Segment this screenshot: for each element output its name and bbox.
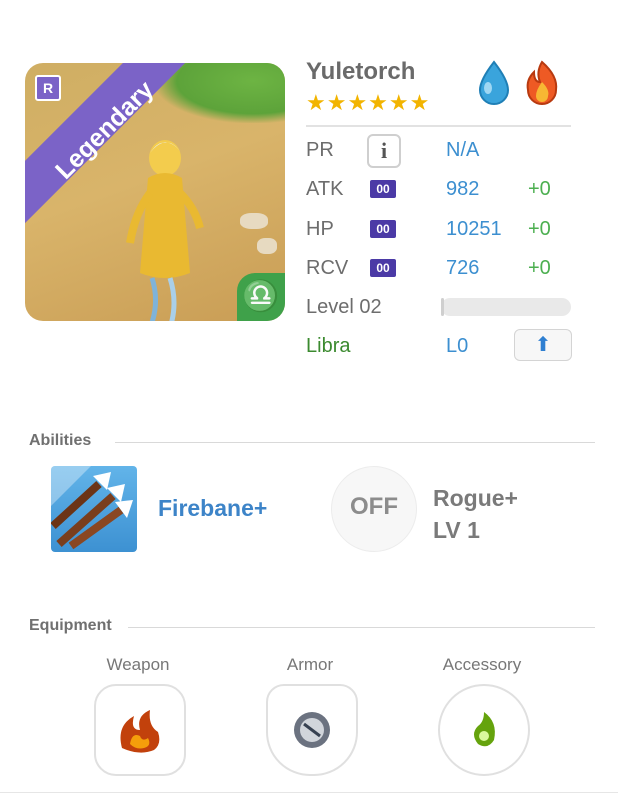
- hero-portrait[interactable]: Legendary R ♎: [25, 63, 285, 321]
- atk-badge: 00: [370, 180, 396, 198]
- rogue-ability-name[interactable]: Rogue+ LV 1: [433, 482, 518, 546]
- rcv-label: RCV: [306, 257, 349, 279]
- accessory-icon: [474, 712, 495, 747]
- weapon-icon: [120, 710, 160, 753]
- hp-bonus: +0: [528, 218, 551, 240]
- atk-label: ATK: [306, 178, 344, 200]
- rcv-badge: 00: [370, 259, 396, 277]
- star-rating: ★★★★★★: [306, 90, 431, 115]
- weapon-slot[interactable]: [94, 684, 186, 776]
- level-progress-fill: [441, 298, 444, 316]
- rcv-value: 726: [446, 257, 480, 279]
- upgrade-button[interactable]: ⬆: [514, 329, 572, 361]
- equipment-divider: [128, 627, 595, 628]
- firebane-ability-name[interactable]: Firebane+: [158, 495, 267, 522]
- hero-figure: [126, 140, 204, 321]
- bottom-divider: [0, 792, 618, 793]
- hp-value: 10251: [446, 218, 502, 240]
- armor-slot[interactable]: [266, 684, 358, 776]
- pr-value: N/A: [446, 139, 480, 161]
- atk-value: 982: [446, 178, 480, 200]
- firebane-ability-icon[interactable]: [51, 466, 137, 552]
- level-label: Level 02: [306, 296, 382, 318]
- rcv-bonus: +0: [528, 257, 551, 279]
- zodiac-label: Libra: [306, 335, 351, 357]
- accessory-slot[interactable]: [438, 684, 530, 776]
- hp-badge: 00: [370, 220, 396, 238]
- libra-icon: ♎: [237, 273, 285, 321]
- pr-label: PR: [306, 139, 334, 161]
- rarity-badge-icon: R: [35, 75, 61, 101]
- atk-bonus: +0: [528, 178, 551, 200]
- accessory-label: Accessory: [442, 655, 522, 674]
- armor-label: Armor: [286, 655, 334, 674]
- level-progress-bar: [441, 298, 571, 316]
- header-divider: [306, 125, 571, 127]
- weapon-label: Weapon: [106, 655, 170, 674]
- fire-icon: [526, 60, 558, 105]
- ability-off-status: OFF: [350, 493, 398, 520]
- water-drop-icon: [478, 60, 510, 105]
- portrait-stone: [240, 213, 268, 229]
- arrow-up-icon: ⬆: [534, 334, 552, 356]
- armor-icon: [294, 712, 330, 748]
- hero-name: Yuletorch: [306, 58, 416, 85]
- hp-label: HP: [306, 218, 334, 240]
- abilities-divider: [115, 442, 595, 443]
- zodiac-level: L0: [446, 335, 469, 357]
- info-button[interactable]: i: [367, 134, 401, 168]
- portrait-stone: [257, 238, 277, 254]
- abilities-title: Abilities: [29, 432, 92, 449]
- rogue-ability-level: LV 1: [433, 517, 480, 543]
- equipment-title: Equipment: [29, 617, 112, 634]
- arrows-icon: [51, 466, 133, 550]
- rogue-ability-title: Rogue+: [433, 485, 518, 511]
